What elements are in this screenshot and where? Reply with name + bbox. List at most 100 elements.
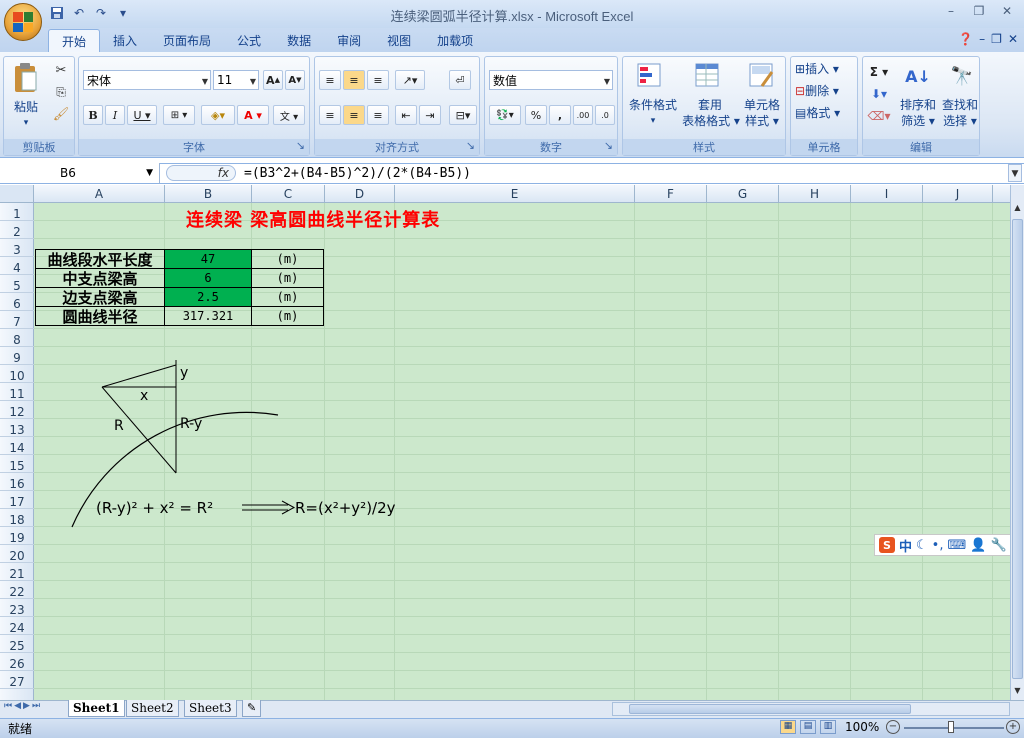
insert-cells-button[interactable]: ⊞插入 ▾ [795, 61, 857, 77]
help-icon[interactable]: ❓ [958, 32, 973, 46]
radius-diagram[interactable]: y x R R-y (R-y)² + x² = R² R=(x²+y²)/2y [50, 355, 440, 535]
align-top-icon[interactable]: ≡ [319, 70, 341, 90]
sort-filter-label-1[interactable]: 排序和 [895, 97, 941, 113]
wrap-text-icon[interactable]: ⏎ [449, 70, 471, 90]
font-size-select[interactable]: 11 ▼ [213, 70, 259, 90]
vertical-scrollbar[interactable]: ▲ ▼ [1010, 185, 1024, 700]
delete-cells-button[interactable]: ⊟删除 ▾ [795, 83, 857, 99]
sheet-nav-icons[interactable]: ⏮◀▶⏭ [4, 701, 42, 711]
normal-view-icon[interactable]: ▦ [780, 720, 796, 734]
tab-review[interactable]: 审阅 [324, 29, 374, 52]
increase-indent-icon[interactable]: ⇥ [419, 105, 441, 125]
tab-formulas[interactable]: 公式 [224, 29, 274, 52]
find-select-icon[interactable]: 🔭 [947, 61, 977, 91]
format-as-table-label-1[interactable]: 套用 [681, 97, 739, 113]
table-value-cell[interactable]: 6 [164, 268, 252, 288]
minimize-icon[interactable]: – [938, 2, 964, 20]
scroll-down-icon[interactable]: ▼ [1012, 686, 1023, 698]
chevron-down-icon[interactable]: ▼ [146, 168, 153, 178]
column-header[interactable]: E [395, 185, 635, 203]
table-unit-cell[interactable]: (m) [251, 249, 324, 269]
autosum-icon[interactable]: Σ ▾ [867, 63, 891, 81]
row-header[interactable]: 26 [0, 653, 34, 671]
wrench-icon[interactable]: 🔧 [990, 538, 1006, 553]
font-name-select[interactable]: 宋体 ▼ [83, 70, 211, 90]
table-label-cell[interactable]: 边支点梁高 [35, 287, 165, 307]
increase-decimal-icon[interactable]: .00 [573, 105, 593, 125]
dialog-launcher-icon[interactable]: ↘ [466, 139, 475, 152]
fill-icon[interactable]: ⬇▾ [867, 85, 891, 103]
table-value-cell[interactable]: 2.5 [164, 287, 252, 307]
table-label-cell[interactable]: 曲线段水平长度 [35, 249, 165, 269]
dialog-launcher-icon[interactable]: ↘ [296, 139, 305, 152]
minimize-workbook-icon[interactable]: – [979, 32, 985, 46]
column-header[interactable]: C [252, 185, 325, 203]
row-header[interactable]: 23 [0, 599, 34, 617]
row-header[interactable]: 2 [0, 221, 34, 239]
tab-insert[interactable]: 插入 [100, 29, 150, 52]
row-header[interactable]: 20 [0, 545, 34, 563]
find-select-label-2[interactable]: 选择 ▾ [937, 113, 983, 129]
column-header[interactable]: I [851, 185, 923, 203]
horizontal-scrollbar[interactable] [612, 702, 1010, 716]
vertical-scroll-thumb[interactable] [1012, 219, 1023, 679]
column-header[interactable]: G [707, 185, 779, 203]
tab-view[interactable]: 视图 [374, 29, 424, 52]
copy-icon[interactable]: ⎘ [52, 83, 70, 101]
page-break-view-icon[interactable]: ▥ [820, 720, 836, 734]
row-header[interactable]: 12 [0, 401, 34, 419]
row-header[interactable]: 11 [0, 383, 34, 401]
italic-button[interactable]: I [105, 105, 125, 125]
column-header[interactable]: H [779, 185, 851, 203]
punctuation-icon[interactable]: •, [932, 538, 944, 553]
table-unit-cell[interactable]: (m) [251, 306, 324, 326]
bold-button[interactable]: B [83, 105, 103, 125]
row-header[interactable]: 16 [0, 473, 34, 491]
phonetic-icon[interactable]: 文 ▾ [273, 105, 305, 125]
restore-icon[interactable]: ❐ [966, 2, 992, 20]
zoom-slider-thumb[interactable] [948, 721, 954, 733]
fill-color-icon[interactable]: ◈▾ [201, 105, 235, 125]
accounting-format-icon[interactable]: 💱▾ [489, 105, 521, 125]
restore-workbook-icon[interactable]: ❐ [991, 32, 1002, 46]
number-format-select[interactable]: 数值 ▼ [489, 70, 613, 90]
zoom-slider-track[interactable] [904, 727, 1004, 729]
column-header[interactable]: J [923, 185, 993, 203]
align-middle-icon[interactable]: ≡ [343, 70, 365, 90]
align-center-icon[interactable]: ≡ [343, 105, 365, 125]
row-header[interactable]: 18 [0, 509, 34, 527]
tab-addins[interactable]: 加载项 [424, 29, 486, 52]
ime-toolbar[interactable]: S 中 ☾ •, ⌨ 👤 🔧 [874, 534, 1022, 556]
paste-icon[interactable] [10, 61, 40, 95]
zoom-in-icon[interactable]: + [1006, 720, 1020, 734]
conditional-formatting-icon[interactable] [635, 61, 665, 91]
formula-input[interactable]: =(B3^2+(B4-B5)^2)/(2*(B4-B5)) [244, 164, 471, 183]
align-right-icon[interactable]: ≡ [367, 105, 389, 125]
merge-center-icon[interactable]: ⊟▾ [449, 105, 477, 125]
row-header[interactable]: 17 [0, 491, 34, 509]
scroll-up-icon[interactable]: ▲ [1012, 203, 1023, 215]
dialog-launcher-icon[interactable]: ↘ [604, 139, 613, 152]
column-header[interactable]: B [165, 185, 252, 203]
user-icon[interactable]: 👤 [970, 538, 986, 553]
row-header[interactable]: 3 [0, 239, 34, 257]
underline-button[interactable]: U ▾ [127, 105, 157, 125]
office-button[interactable] [4, 3, 42, 41]
borders-icon[interactable]: ⊞ ▾ [163, 105, 195, 125]
row-header[interactable]: 10 [0, 365, 34, 383]
sort-filter-label-2[interactable]: 筛选 ▾ [895, 113, 941, 129]
format-as-table-label-2[interactable]: 表格格式 ▾ [679, 113, 743, 129]
close-icon[interactable]: ✕ [994, 2, 1020, 20]
comma-style-icon[interactable]: , [549, 105, 571, 125]
table-value-cell[interactable]: 47 [164, 249, 252, 269]
moon-icon[interactable]: ☾ [916, 538, 928, 553]
row-header[interactable]: 14 [0, 437, 34, 455]
find-select-label-1[interactable]: 查找和 [937, 97, 983, 113]
zoom-out-icon[interactable]: − [886, 720, 900, 734]
tab-home[interactable]: 开始 [48, 29, 101, 52]
name-box[interactable]: B6 ▼ [0, 163, 160, 183]
tab-page-layout[interactable]: 页面布局 [150, 29, 224, 52]
column-header[interactable]: A [34, 185, 165, 203]
sheet-tab-3[interactable]: Sheet3 [184, 700, 237, 717]
row-header[interactable]: 9 [0, 347, 34, 365]
